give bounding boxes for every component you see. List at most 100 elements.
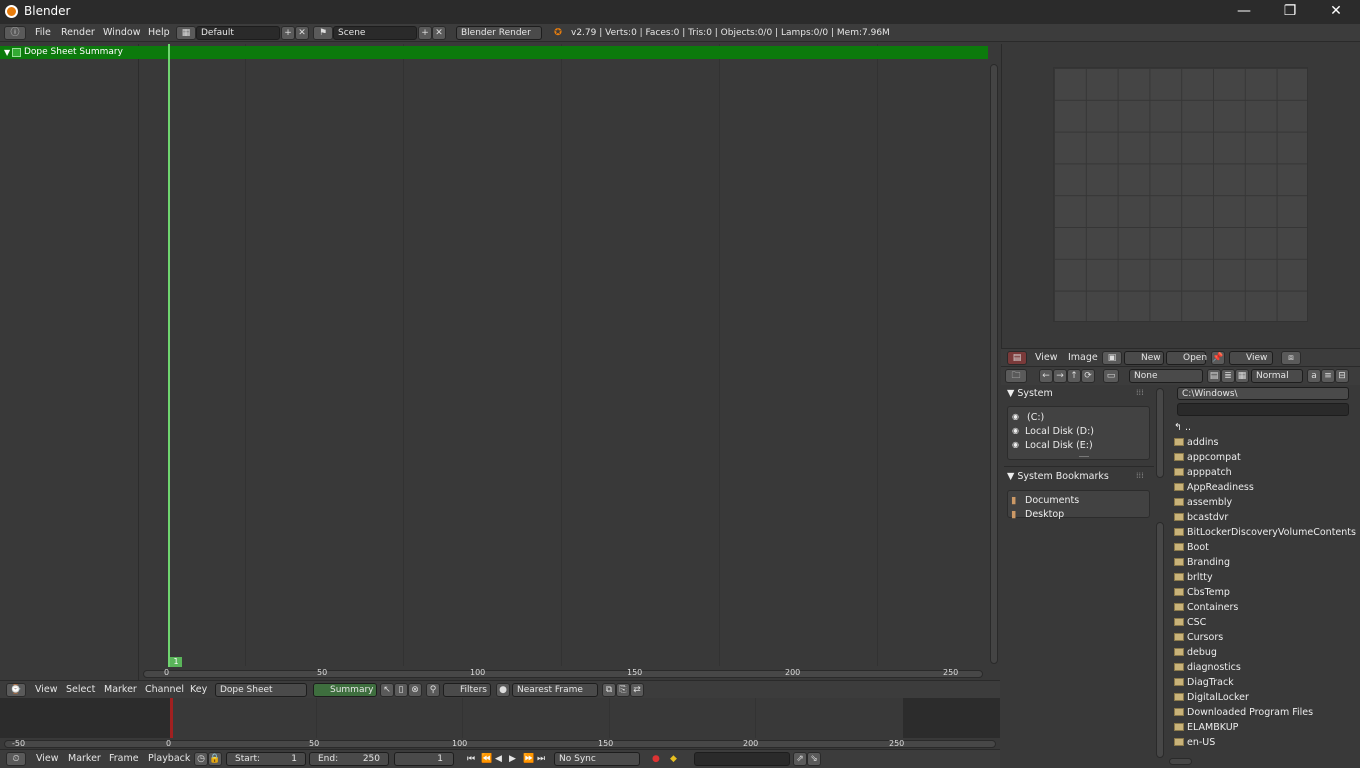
menu-file[interactable]: File: [35, 26, 51, 40]
folder-row[interactable]: bcastdvr: [1174, 510, 1360, 525]
view-mode-dropdown[interactable]: View: [1229, 351, 1273, 365]
folder-row[interactable]: BitLockerDiscoveryVolumeContents: [1174, 525, 1360, 540]
summary-row[interactable]: ▼ Dope Sheet Summary: [0, 46, 988, 59]
folder-row[interactable]: debug: [1174, 645, 1360, 660]
display-channels-icon[interactable]: ⧈: [1281, 351, 1301, 365]
drag-handle-icon[interactable]: ⁞⁞⁞: [1136, 388, 1144, 397]
thumbnails-icon[interactable]: ▦: [1235, 369, 1249, 383]
timeline-current-frame-line[interactable]: [170, 698, 173, 738]
sidebar-scrollbar-lower[interactable]: [1156, 522, 1164, 758]
folder-row[interactable]: DiagTrack: [1174, 675, 1360, 690]
current-frame-line[interactable]: [168, 44, 170, 670]
menu-render[interactable]: Render: [61, 26, 95, 40]
menu-marker[interactable]: Marker: [104, 684, 137, 695]
folder-row[interactable]: brltty: [1174, 570, 1360, 585]
horizontal-scrollbar[interactable]: [143, 670, 983, 678]
menu-marker[interactable]: Marker: [68, 753, 101, 764]
record-icon[interactable]: ●: [652, 752, 660, 766]
short-list-icon[interactable]: ▤: [1207, 369, 1221, 383]
error-filter-icon[interactable]: ⊗: [408, 683, 422, 697]
close-button[interactable]: ✕: [1313, 0, 1359, 24]
folder-row[interactable]: Downloaded Program Files: [1174, 705, 1360, 720]
new-image-button[interactable]: New: [1124, 351, 1164, 365]
maximize-button[interactable]: ❐: [1267, 0, 1313, 24]
screen-layout-field[interactable]: Default: [196, 26, 280, 40]
channel-list[interactable]: [0, 44, 139, 680]
jump-next-key-icon[interactable]: ⏩: [523, 752, 534, 766]
minimize-button[interactable]: —: [1221, 0, 1267, 24]
image-browse-icon[interactable]: ▣: [1102, 351, 1122, 365]
auto-snap-icon[interactable]: ●: [496, 683, 510, 697]
keying-set-icon[interactable]: ◆: [670, 752, 677, 766]
sort-time-icon[interactable]: ⊟: [1335, 369, 1349, 383]
copy-keys-icon[interactable]: ⧉: [602, 683, 616, 697]
folder-row[interactable]: en-US: [1174, 735, 1360, 750]
mode-dropdown[interactable]: Dope Sheet: [215, 683, 307, 697]
bookmark-desktop[interactable]: Desktop: [1025, 509, 1064, 520]
play-icon[interactable]: ▶: [509, 752, 516, 766]
add-scene-button[interactable]: +: [418, 26, 432, 40]
drive-c[interactable]: (C:): [1027, 412, 1044, 423]
folder-row[interactable]: CSC: [1174, 615, 1360, 630]
folder-row[interactable]: CbsTemp: [1174, 585, 1360, 600]
filename-field[interactable]: [1177, 403, 1349, 416]
editor-type-icon[interactable]: 🗀: [1005, 369, 1027, 383]
open-image-button[interactable]: Open: [1166, 351, 1207, 365]
sync-mode-dropdown[interactable]: No Sync: [554, 752, 640, 766]
editor-type-icon[interactable]: ⓘ: [4, 26, 26, 40]
delete-screen-button[interactable]: ✕: [295, 26, 309, 40]
long-list-icon[interactable]: ≣: [1221, 369, 1235, 383]
end-frame-field[interactable]: End: 250: [309, 752, 389, 766]
forward-icon[interactable]: →: [1053, 369, 1067, 383]
jump-start-icon[interactable]: ⏮: [467, 752, 475, 766]
menu-playback[interactable]: Playback: [148, 753, 190, 764]
folder-row[interactable]: addins: [1174, 435, 1360, 450]
insert-keyframe-icon[interactable]: ⇗: [793, 752, 807, 766]
pin-icon[interactable]: 📌: [1211, 351, 1225, 365]
directory-path-field[interactable]: C:\Windows\: [1177, 387, 1349, 400]
screen-layout-icon[interactable]: ▦: [176, 26, 196, 40]
folder-row[interactable]: DigitalLocker: [1174, 690, 1360, 705]
bookmark-documents[interactable]: Documents: [1025, 495, 1079, 506]
folder-row[interactable]: Containers: [1174, 600, 1360, 615]
keying-set-field[interactable]: [694, 752, 790, 766]
editor-type-icon[interactable]: ▤: [1007, 351, 1027, 365]
system-panel-header[interactable]: ▼ System: [1007, 388, 1053, 402]
add-screen-button[interactable]: +: [281, 26, 295, 40]
folder-row[interactable]: apppatch: [1174, 465, 1360, 480]
menu-window[interactable]: Window: [103, 26, 140, 40]
menu-frame[interactable]: Frame: [109, 753, 139, 764]
folder-row[interactable]: diagnostics: [1174, 660, 1360, 675]
ghost-icon[interactable]: ▯: [394, 683, 408, 697]
jump-prev-key-icon[interactable]: ⏪: [481, 752, 492, 766]
folder-row[interactable]: appcompat: [1174, 450, 1360, 465]
dopesheet-keyframe-area[interactable]: [139, 44, 988, 666]
delete-keyframe-icon[interactable]: ⇘: [807, 752, 821, 766]
current-frame-field[interactable]: 1: [394, 752, 454, 766]
render-engine-dropdown[interactable]: Blender Render: [456, 26, 542, 40]
menu-select[interactable]: Select: [66, 684, 95, 695]
menu-help[interactable]: Help: [148, 26, 170, 40]
jump-end-icon[interactable]: ⏭: [537, 752, 545, 766]
folder-row[interactable]: ELAMBKUP: [1174, 720, 1360, 735]
menu-view[interactable]: View: [35, 684, 58, 695]
scene-icon[interactable]: ⚑: [313, 26, 333, 40]
editor-type-icon[interactable]: ⏲: [6, 752, 26, 766]
menu-view[interactable]: View: [1035, 352, 1058, 363]
scene-field[interactable]: Scene: [333, 26, 417, 40]
menu-channel[interactable]: Channel: [145, 684, 184, 695]
image-canvas-grid[interactable]: [1053, 67, 1308, 322]
refresh-icon[interactable]: ⟳: [1081, 369, 1095, 383]
recursion-dropdown[interactable]: None: [1129, 369, 1203, 383]
snap-mode-dropdown[interactable]: Nearest Frame: [512, 683, 598, 697]
paste-flipped-icon[interactable]: ⇄: [630, 683, 644, 697]
expand-triangle-icon[interactable]: ▼: [4, 48, 10, 57]
start-frame-field[interactable]: Start: 1: [226, 752, 306, 766]
drive-d[interactable]: Local Disk (D:): [1025, 426, 1094, 437]
menu-image[interactable]: Image: [1068, 352, 1098, 363]
sort-ext-icon[interactable]: ≡: [1321, 369, 1335, 383]
timeline-scrollbar[interactable]: [4, 740, 996, 748]
delete-scene-button[interactable]: ✕: [432, 26, 446, 40]
parent-directory-row[interactable]: ↰ ..: [1174, 420, 1360, 435]
folder-row[interactable]: AppReadiness: [1174, 480, 1360, 495]
